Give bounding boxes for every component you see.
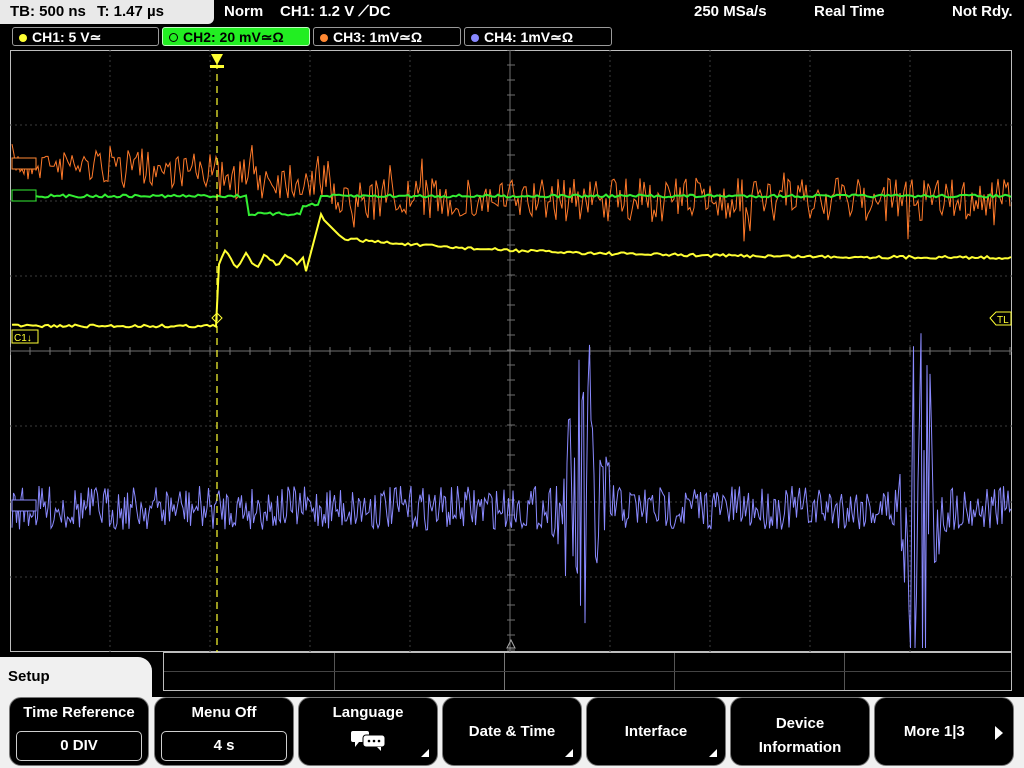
status-bar: TB: 500 ns T: 1.47 µs Norm CH1: 1.2 V ⟋D…: [0, 0, 1024, 24]
channel-4-color-dot: [471, 34, 479, 42]
trigger-time-readout: T: 1.47 µs: [97, 3, 165, 20]
language-label: Language: [332, 704, 404, 721]
time-reference-softkey[interactable]: Time Reference 0 DIV: [9, 697, 149, 766]
trigger-level-label: TL: [997, 315, 1009, 326]
channel-2-tab[interactable]: CH2: 20 mV≃Ω: [162, 27, 310, 46]
menu-off-softkey[interactable]: Menu Off 4 s: [154, 697, 294, 766]
channel-3-tab[interactable]: CH3: 1mV≃Ω: [313, 27, 461, 46]
channel-2-label: CH2: 20 mV≃Ω: [183, 29, 284, 45]
interface-softkey[interactable]: Interface: [586, 697, 726, 766]
submenu-indicator-icon: [421, 749, 429, 757]
channel-3-label: CH3: 1mV≃Ω: [333, 29, 423, 45]
menu-title: Setup: [8, 668, 50, 685]
next-page-arrow-icon: [995, 726, 1003, 740]
channel-4-label: CH4: 1mV≃Ω: [484, 29, 574, 45]
submenu-indicator-icon: [709, 749, 717, 757]
trigger-info[interactable]: CH1: 1.2 V ⟋DC: [280, 3, 391, 20]
date-time-softkey[interactable]: Date & Time: [442, 697, 582, 766]
device-information-label: Device Information: [758, 715, 842, 756]
ch4-offset-marker: [11, 499, 37, 512]
trigger-mode[interactable]: Norm: [224, 3, 263, 20]
submenu-indicator-icon: [565, 749, 573, 757]
channel-bar: CH1: 5 V≃ CH2: 20 mV≃Ω CH3: 1mV≃Ω CH4: 1…: [0, 26, 1024, 48]
date-time-label: Date & Time: [468, 723, 556, 740]
timebase-readout: TB: 500 ns: [10, 3, 86, 20]
ch3-offset-marker: [11, 157, 37, 170]
interface-label: Interface: [624, 723, 688, 740]
channel-4-tab[interactable]: CH4: 1mV≃Ω: [464, 27, 612, 46]
overview-strip: [163, 652, 1012, 691]
ch1-marker-label: C1↓: [14, 333, 32, 344]
channel-1-tab[interactable]: CH1: 5 V≃: [12, 27, 159, 46]
speech-bubbles-icon: [351, 731, 386, 751]
more-softkey[interactable]: More 1|3: [874, 697, 1014, 766]
waveform-display[interactable]: C1↓ TL: [10, 50, 1012, 652]
channel-2-color-dot: [169, 33, 178, 42]
menu-off-label: Menu Off: [191, 704, 257, 721]
sample-rate: 250 MSa/s: [694, 3, 767, 20]
device-information-softkey[interactable]: Device Information: [730, 697, 870, 766]
time-reference-value: 0 DIV: [16, 731, 142, 761]
channel-1-color-dot: [19, 34, 27, 42]
ch2-offset-marker: [11, 189, 37, 202]
menu-off-value: 4 s: [161, 731, 287, 761]
menu-title-tab: Setup: [0, 657, 152, 697]
language-softkey[interactable]: Language: [298, 697, 438, 766]
acquisition-mode: Real Time: [814, 3, 885, 20]
acquisition-state: Not Rdy.: [952, 3, 1013, 20]
timebase-box[interactable]: TB: 500 ns T: 1.47 µs: [0, 0, 214, 24]
softkey-bar: Time Reference 0 DIV Menu Off 4 s Langua…: [0, 697, 1024, 768]
trigger-marker-bar: [210, 65, 224, 68]
time-reference-label: Time Reference: [23, 704, 135, 721]
channel-1-label: CH1: 5 V≃: [32, 29, 102, 45]
more-label: More 1|3: [903, 723, 965, 740]
channel-3-color-dot: [320, 34, 328, 42]
